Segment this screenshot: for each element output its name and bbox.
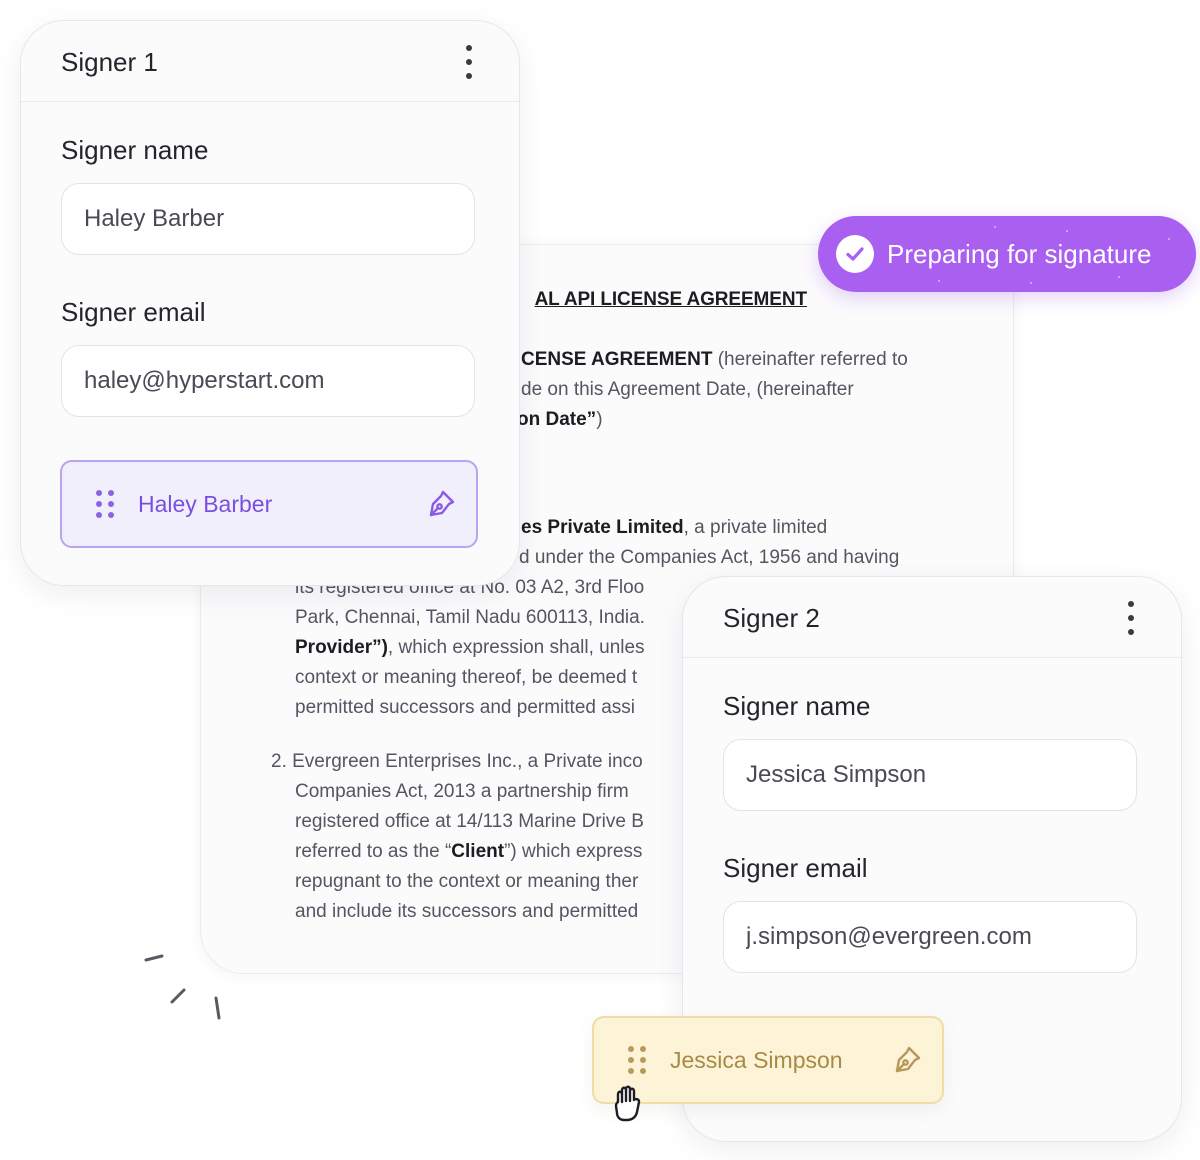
- signer-2-card-header: Signer 2: [683, 577, 1181, 658]
- kebab-menu-icon: [1128, 601, 1134, 607]
- signer-1-title: Signer 1: [61, 47, 158, 77]
- document-text-line: repugnant to the context or meaning ther: [295, 871, 639, 892]
- status-text: Preparing for signature: [887, 238, 1152, 269]
- drag-grip-icon[interactable]: [628, 1046, 646, 1074]
- document-text-line: referred to as the “Client”) which expre…: [295, 841, 643, 862]
- document-text-line: de on this Agreement Date, (hereinafter: [521, 379, 854, 400]
- signer-2-name-input[interactable]: [723, 739, 1137, 811]
- document-text-line: es Private Limited, a private limited: [521, 517, 828, 538]
- drag-grip-icon[interactable]: [96, 490, 114, 518]
- document-text-line: registered office at 14/113 Marine Drive…: [295, 811, 644, 832]
- document-text-line: Park, Chennai, Tamil Nadu 600113, India.: [295, 607, 645, 628]
- signer-2-signature-name: Jessica Simpson: [670, 1046, 843, 1073]
- motion-burst-decoration: [144, 954, 221, 1020]
- document-text-line: d under the Companies Act, 1956 and havi…: [519, 547, 900, 568]
- document-text-line: context or meaning thereof, be deemed t: [295, 667, 638, 688]
- pen-nib-icon: [895, 1046, 921, 1073]
- signer-1-signature-field[interactable]: Haley Barber: [60, 460, 478, 548]
- signer-1-menu-button[interactable]: [463, 45, 475, 79]
- document-text-line: Provider”), which expression shall, unle…: [295, 637, 645, 658]
- signer-1-name-label: Signer name: [61, 135, 209, 165]
- signer-1-signature-name: Haley Barber: [138, 490, 273, 517]
- signer-1-email-input[interactable]: [61, 345, 475, 417]
- signer-2-menu-button[interactable]: [1125, 601, 1137, 635]
- signer-1-email-label: Signer email: [61, 297, 206, 327]
- document-text-line: permitted successors and permitted assi: [295, 697, 636, 718]
- document-text-line: on Date”): [517, 409, 603, 430]
- document-text-line: CENSE AGREEMENT (hereinafter referred to: [521, 349, 908, 370]
- hand-grab-cursor-icon: [614, 1085, 641, 1122]
- preparing-status-badge: Preparing for signature: [818, 216, 1196, 292]
- document-text-line: Companies Act, 2013 a partnership firm: [295, 781, 629, 802]
- document-text-line: 2. Evergreen Enterprises Inc., a Private…: [271, 751, 643, 772]
- kebab-menu-icon: [466, 45, 472, 51]
- signer-2-title: Signer 2: [723, 603, 820, 633]
- signer-2-email-label: Signer email: [723, 853, 868, 883]
- signer-2-email-input[interactable]: [723, 901, 1137, 973]
- signer-2-name-label: Signer name: [723, 691, 871, 721]
- check-circle-icon: [836, 235, 874, 273]
- signer-1-name-input[interactable]: [61, 183, 475, 255]
- document-title: AL API LICENSE AGREEMENT: [534, 289, 808, 310]
- document-text-line: and include its successors and permitted: [295, 901, 639, 922]
- signer-1-card-header: Signer 1: [21, 21, 519, 102]
- pen-nib-icon: [429, 490, 455, 517]
